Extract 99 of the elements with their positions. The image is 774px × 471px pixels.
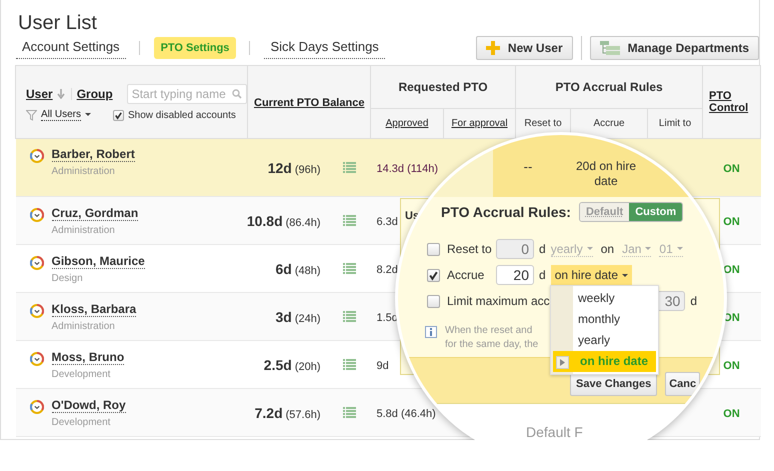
balance-days: 3d <box>275 308 292 324</box>
page-title: User List <box>17 11 98 30</box>
column-header-link[interactable]: PTO Control <box>709 90 760 114</box>
user-name-link[interactable]: O'Dowd, Roy <box>52 398 126 412</box>
tab[interactable]: Account Settings <box>16 36 126 59</box>
status-label: ON <box>723 216 740 228</box>
rule-label: Limit maximum acc <box>447 294 550 308</box>
clock-icon <box>30 352 44 366</box>
search-field[interactable]: Start typing name <box>126 84 247 104</box>
list-icon[interactable] <box>342 407 356 418</box>
filter-icon <box>26 110 37 120</box>
period-dropdown[interactable]: on hire date <box>550 265 632 285</box>
new-user-button[interactable]: New User <box>476 36 573 60</box>
list-icon[interactable] <box>342 311 356 322</box>
rule-label: Reset to <box>447 242 493 256</box>
checkbox[interactable] <box>427 294 440 308</box>
clock-icon <box>30 304 44 318</box>
group-label: Development <box>52 416 112 428</box>
checkbox-label: Show disabled accounts <box>128 110 236 120</box>
info-icon <box>425 326 437 338</box>
cancel-button[interactable]: Canc <box>665 372 700 396</box>
sort-arrow-icon <box>56 89 65 99</box>
caret-icon <box>85 113 92 116</box>
caret-icon <box>645 247 652 250</box>
caret-icon <box>676 247 683 250</box>
group-label: Design <box>52 272 84 284</box>
column-header: Requested PTO <box>398 80 488 94</box>
table-cell-text: 5.8d (46.4h) <box>376 408 436 420</box>
balance-days: 7.2d <box>254 404 283 420</box>
user-name-link[interactable]: Moss, Bruno <box>52 350 124 364</box>
column-header-link[interactable]: Approved <box>386 118 428 129</box>
checkbox[interactable] <box>113 110 124 120</box>
balance-hours: (86.4h) <box>286 216 320 228</box>
checkbox[interactable] <box>427 242 440 256</box>
balance-hours: (24h) <box>294 312 320 324</box>
unit-label: d <box>539 268 546 282</box>
caret-icon <box>622 274 628 277</box>
number-field[interactable]: 20 <box>496 265 534 285</box>
table-cell: Default F <box>526 424 583 440</box>
column-header: Accrue <box>593 118 625 129</box>
balance-days: 2.5d <box>264 356 292 372</box>
status-label: ON <box>723 162 740 174</box>
filter-dropdown[interactable]: All Users <box>41 109 82 121</box>
list-icon[interactable] <box>342 215 356 226</box>
popover-title: PTO Accrual Rules: <box>441 204 571 220</box>
manage-departments-button[interactable]: Manage Departments <box>590 36 759 60</box>
status-label: ON <box>723 408 740 420</box>
hierarchy-icon <box>600 40 620 54</box>
tab[interactable]: Sick Days Settings <box>264 36 385 59</box>
clock-icon <box>30 256 44 270</box>
balance-hours: (20h) <box>294 360 320 372</box>
list-icon[interactable] <box>342 162 356 173</box>
balance-hours: (96h) <box>294 164 320 176</box>
menu-item[interactable]: yearly <box>551 330 658 351</box>
column-header: PTO Accrual Rules <box>555 80 663 94</box>
caret-icon <box>586 247 593 250</box>
column-header: Limit to <box>658 118 692 129</box>
clock-icon <box>30 400 44 414</box>
group-label: Development <box>52 368 112 380</box>
column-header-link[interactable]: Current PTO Balance <box>254 97 364 109</box>
user-name-link[interactable]: Cruz, Gordman <box>52 206 138 220</box>
table-cell-text: 9d <box>376 360 389 372</box>
group-label: Administration <box>52 224 116 236</box>
balance-days: 10.8d <box>246 212 283 228</box>
user-cell[interactable]: O'Dowd, Roy Development <box>16 388 248 436</box>
sort-link[interactable]: User <box>26 87 53 101</box>
table-cell-text: -- <box>522 158 534 176</box>
balance-hours: (57.6h) <box>286 408 320 420</box>
list-icon[interactable] <box>342 263 356 274</box>
menu-item[interactable]: monthly <box>551 309 658 330</box>
status-label: ON <box>723 360 740 372</box>
number-field[interactable]: 0 <box>496 239 534 259</box>
table-cell-text: 8.2d <box>376 264 398 276</box>
status-label: ON <box>723 264 740 276</box>
balance-days: 12d <box>268 160 292 176</box>
balance-hours: (48h) <box>294 264 320 276</box>
checkbox[interactable] <box>427 268 440 282</box>
column-header: Reset to <box>524 118 562 129</box>
search-icon <box>232 89 242 99</box>
user-name-link[interactable]: Barber, Robert <box>52 146 135 162</box>
user-name-link[interactable]: Gibson, Maurice <box>52 254 145 268</box>
rule-label: Accrue <box>447 268 486 282</box>
clock-icon <box>30 208 44 222</box>
balance-days: 6d <box>275 260 292 276</box>
list-icon[interactable] <box>342 359 356 370</box>
plus-icon <box>486 40 500 54</box>
info-text: When the reset and for the same day, the <box>445 324 538 352</box>
column-header-link[interactable]: For approval <box>451 118 508 129</box>
group-link[interactable]: Group <box>76 87 113 101</box>
user-name-link[interactable]: Kloss, Barbara <box>52 302 136 316</box>
on-label: on <box>600 242 614 256</box>
table-cell-text: 14.3d (114h) <box>376 162 438 174</box>
table-cell-text: 20d on hire date <box>574 158 638 190</box>
group-label: Administration <box>52 320 116 332</box>
table-cell-text: 6.3d <box>376 216 398 228</box>
clock-icon <box>30 148 44 162</box>
group-label: Administration <box>52 166 116 176</box>
unit-label: d <box>690 294 697 308</box>
unit-label: d <box>539 242 546 256</box>
